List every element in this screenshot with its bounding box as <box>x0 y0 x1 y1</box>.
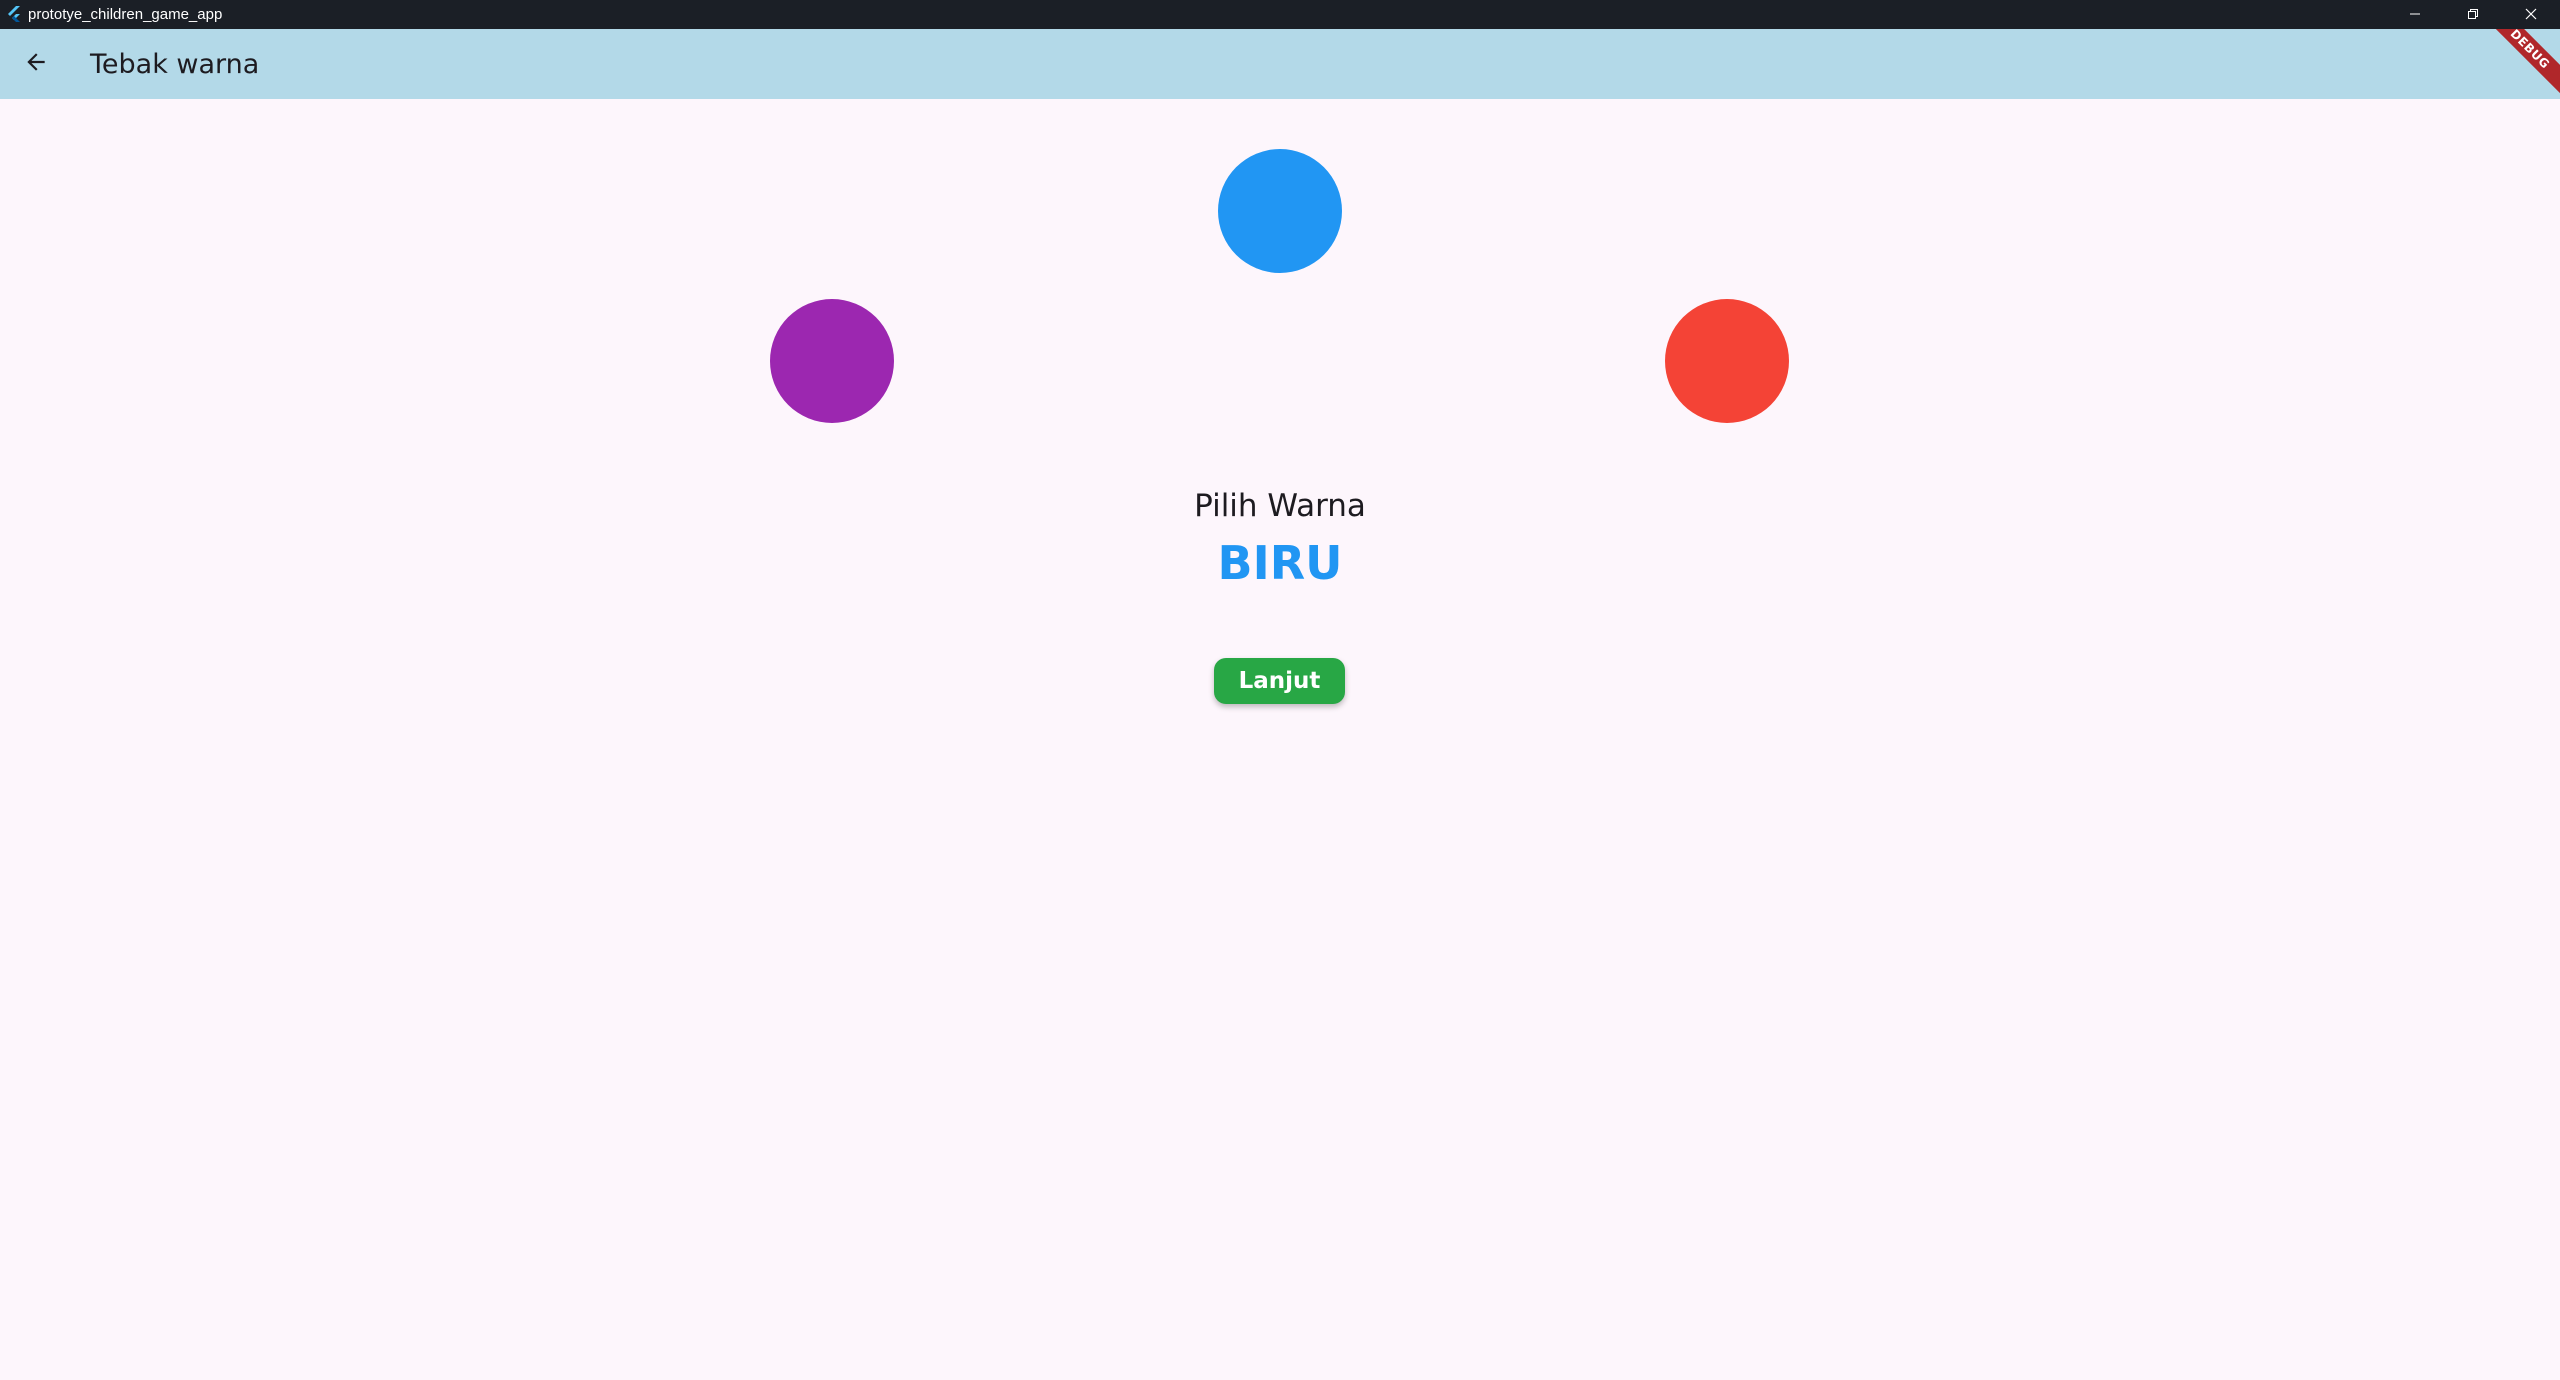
minimize-icon <box>2409 5 2421 24</box>
minimize-button[interactable] <box>2386 0 2444 29</box>
target-color-word: BIRU <box>1217 536 1343 590</box>
app-window: prototye_children_game_app Tebak warna D… <box>0 0 2560 1380</box>
page-title: Tebak warna <box>90 48 260 80</box>
color-choice-purple[interactable] <box>770 299 894 423</box>
close-icon <box>2525 5 2537 24</box>
window-controls <box>2386 0 2560 29</box>
prompt-text: Pilih Warna <box>1194 488 1366 524</box>
window-titlebar[interactable]: prototye_children_game_app <box>0 0 2560 29</box>
restore-button[interactable] <box>2444 0 2502 29</box>
arrow-back-icon <box>23 49 49 79</box>
color-choice-blue[interactable] <box>1218 149 1342 273</box>
close-button[interactable] <box>2502 0 2560 29</box>
window-title: prototye_children_game_app <box>28 6 223 23</box>
flutter-logo-icon <box>5 6 23 24</box>
color-choice-red[interactable] <box>1665 299 1789 423</box>
back-button[interactable] <box>8 36 64 92</box>
next-button[interactable]: Lanjut <box>1214 658 1345 704</box>
debug-banner: DEBUG <box>2473 29 2560 99</box>
restore-icon <box>2467 5 2479 24</box>
app-bar: Tebak warna DEBUG <box>0 29 2560 99</box>
